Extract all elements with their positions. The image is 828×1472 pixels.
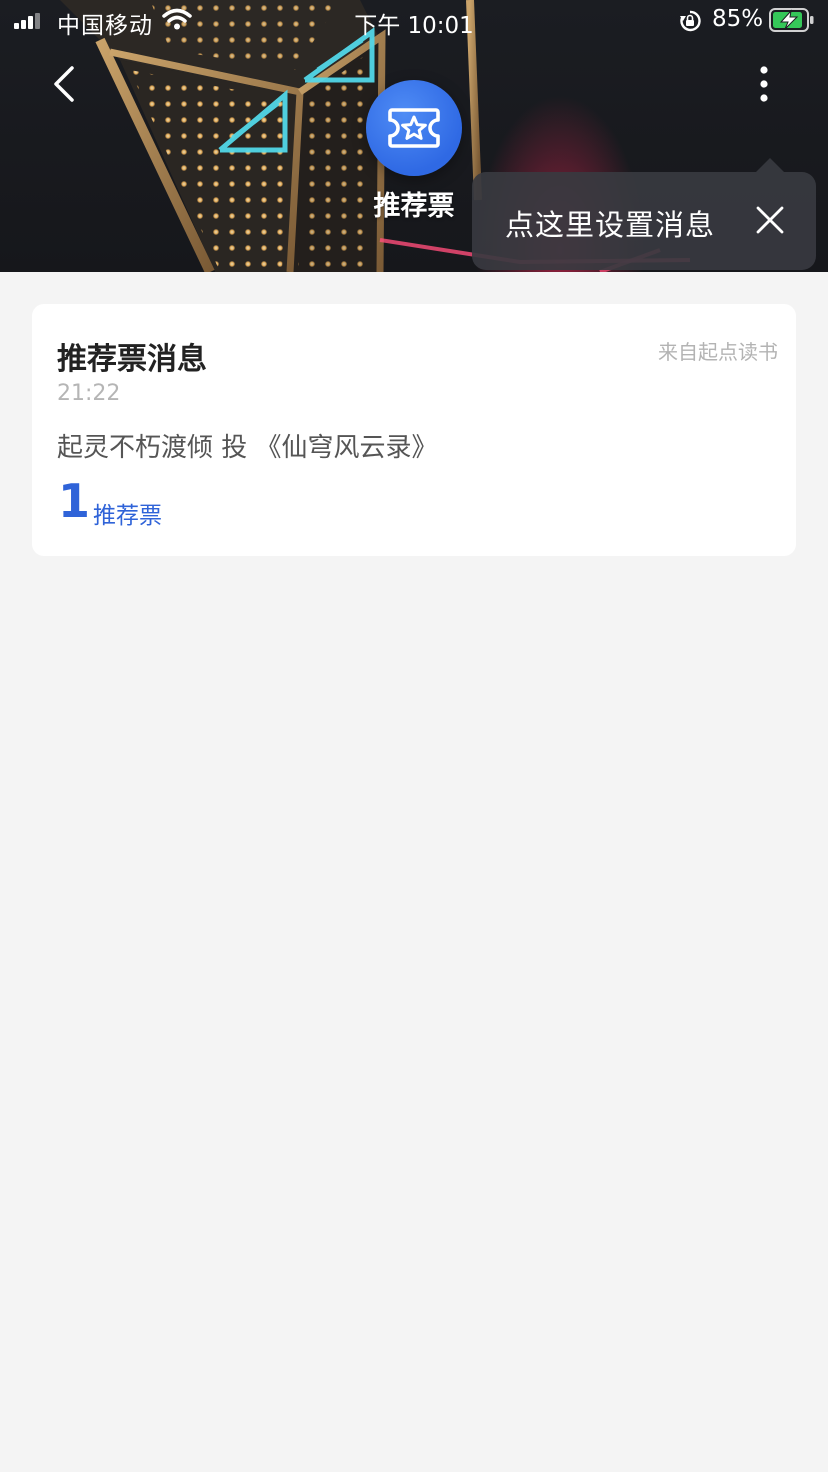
message-text: 起灵不朽渡倾 投 《仙穹风云录》 (57, 433, 438, 463)
settings-tooltip[interactable]: 点这里设置消息 (472, 158, 816, 270)
chevron-left-icon (54, 66, 74, 102)
more-options-button[interactable] (744, 58, 784, 110)
tooltip-text[interactable]: 点这里设置消息 (505, 202, 715, 244)
message-timestamp: 21:22 (57, 381, 121, 406)
orientation-lock-icon (680, 10, 701, 32)
recommend-ticket-badge (366, 80, 462, 176)
ticket-count: 1 (58, 474, 91, 528)
tooltip-close-button[interactable] (752, 202, 788, 238)
ticket-count-unit: 推荐票 (93, 503, 162, 529)
status-time: 下午 10:01 (354, 13, 474, 39)
back-button[interactable] (44, 58, 92, 110)
status-bar: 中国移动 下午 10:01 85% (0, 0, 828, 42)
battery-charging-icon (769, 8, 814, 32)
tooltip-arrow (756, 158, 784, 172)
message-card[interactable]: 推荐票消息 来自起点读书 21:22 起灵不朽渡倾 投 《仙穹风云录》 1 推荐… (32, 304, 796, 556)
more-vertical-icon (760, 66, 768, 102)
ticket-star-icon (388, 108, 440, 148)
message-title: 推荐票消息 (57, 342, 207, 377)
header-banner: 中国移动 下午 10:01 85% 推荐票 点这里设置消息 (0, 0, 828, 272)
battery-percentage: 85% (712, 6, 764, 32)
close-icon (756, 206, 784, 234)
message-source: 来自起点读书 (658, 340, 778, 364)
